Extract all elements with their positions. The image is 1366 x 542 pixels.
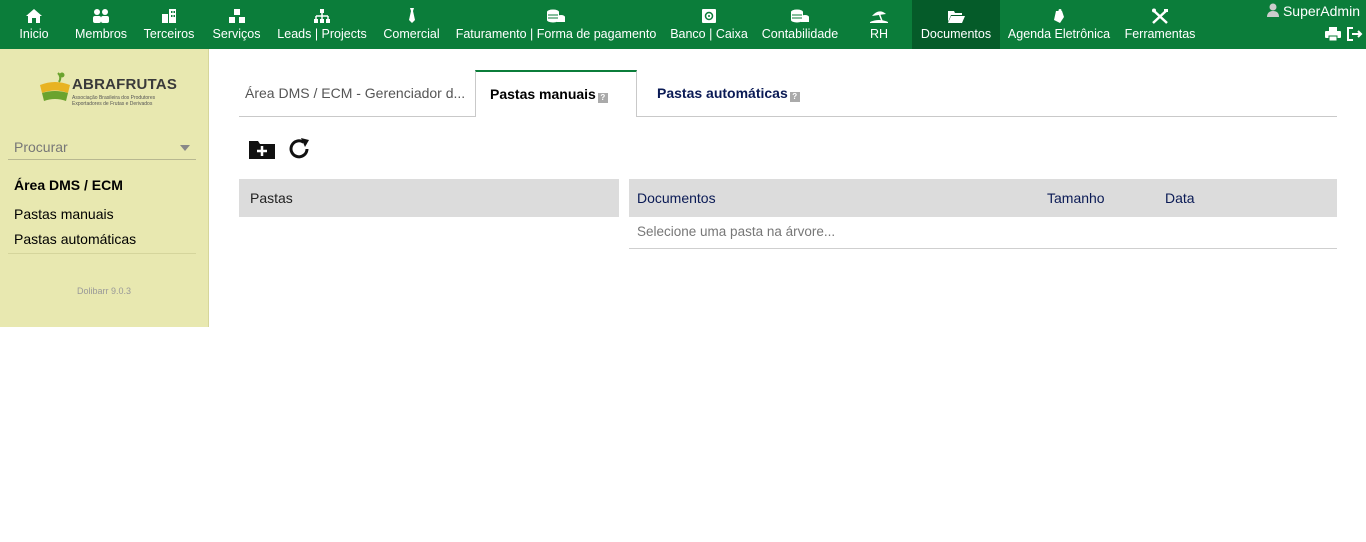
- table-row: Selecione uma pasta na árvore...: [629, 217, 1337, 249]
- building-icon: [138, 4, 200, 26]
- menu-faturamento[interactable]: Faturamento | Forma de pagamento: [451, 0, 661, 49]
- print-icon[interactable]: [1325, 27, 1341, 41]
- left-sidebar: ABRAFRUTAS Associação Brasileira dos Pro…: [0, 49, 209, 327]
- menu-servicos[interactable]: Serviços: [206, 0, 267, 49]
- folder-open-icon: [912, 4, 1000, 26]
- user-name: SuperAdmin: [1282, 3, 1360, 19]
- search-select[interactable]: Procurar: [8, 135, 196, 160]
- sidebar-divider: [8, 253, 196, 254]
- logout-icon[interactable]: [1347, 27, 1363, 41]
- column-documentos[interactable]: Documentos: [637, 190, 716, 206]
- empty-message: Selecione uma pasta na árvore...: [637, 224, 836, 239]
- sidebar-item-pastas-manuais[interactable]: Pastas manuais: [14, 206, 114, 222]
- tab-dms-ecm-manager[interactable]: Área DMS / ECM - Gerenciador d...: [239, 70, 475, 116]
- menu-contabilidade[interactable]: Contabilidade: [757, 0, 843, 49]
- documents-table-header: Documentos Tamanho Data: [629, 179, 1337, 217]
- menu-documentos[interactable]: Documentos: [912, 0, 1000, 49]
- umbrella-beach-icon: [849, 4, 909, 26]
- tab-pastas-manuais[interactable]: Pastas manuais?: [475, 70, 637, 117]
- tab-pastas-automaticas[interactable]: Pastas automáticas?: [637, 70, 837, 116]
- boxes-icon: [206, 4, 267, 26]
- company-logo: ABRAFRUTAS Associação Brasileira dos Pro…: [38, 71, 177, 111]
- sitemap-icon: [272, 4, 372, 26]
- menu-terceiros[interactable]: Terceiros: [138, 0, 200, 49]
- refresh-icon[interactable]: [288, 137, 312, 161]
- help-icon: ?: [597, 93, 608, 103]
- home-icon: [7, 4, 61, 26]
- folders-header: Pastas: [239, 179, 619, 217]
- sidebar-item-pastas-automaticas[interactable]: Pastas automáticas: [14, 231, 136, 247]
- menu-comercial[interactable]: Comercial: [378, 0, 445, 49]
- members-icon: [69, 4, 133, 26]
- user-icon: [1266, 3, 1279, 17]
- column-tamanho[interactable]: Tamanho: [1047, 190, 1105, 206]
- coins-stack-icon: [757, 4, 843, 26]
- menu-inicio[interactable]: Inicio: [7, 0, 61, 49]
- user-menu[interactable]: SuperAdmin: [1266, 3, 1360, 19]
- top-menu-bar: Inicio Membros Terceiros Serviços Leads …: [0, 0, 1366, 49]
- version-label: Dolibarr 9.0.3: [76, 286, 132, 296]
- menu-agenda-eletronica[interactable]: Agenda Eletrônica: [1004, 0, 1114, 49]
- help-icon: ?: [789, 92, 800, 102]
- coins-icon: [451, 4, 661, 26]
- new-folder-icon[interactable]: [248, 137, 276, 161]
- menu-membros[interactable]: Membros: [69, 0, 133, 49]
- column-data[interactable]: Data: [1165, 190, 1195, 206]
- chevron-down-icon: [180, 145, 190, 151]
- safe-icon: [666, 4, 752, 26]
- fruit-logo-icon: [40, 72, 70, 101]
- menu-leads-projects[interactable]: Leads | Projects: [272, 0, 372, 49]
- tie-icon: [378, 4, 445, 26]
- documents-table: Documentos Tamanho Data Selecione uma pa…: [629, 179, 1337, 249]
- sidebar-heading-dms-ecm[interactable]: Área DMS / ECM: [14, 177, 123, 193]
- menu-ferramentas[interactable]: Ferramentas: [1120, 0, 1200, 49]
- menu-rh[interactable]: RH: [849, 0, 909, 49]
- tools-icon: [1004, 4, 1114, 26]
- menu-banco-caixa[interactable]: Banco | Caixa: [666, 0, 752, 49]
- tab-bar: Área DMS / ECM - Gerenciador d... Pastas…: [239, 70, 1337, 117]
- wrench-icon: [1120, 4, 1200, 26]
- folders-title: Pastas: [250, 190, 293, 206]
